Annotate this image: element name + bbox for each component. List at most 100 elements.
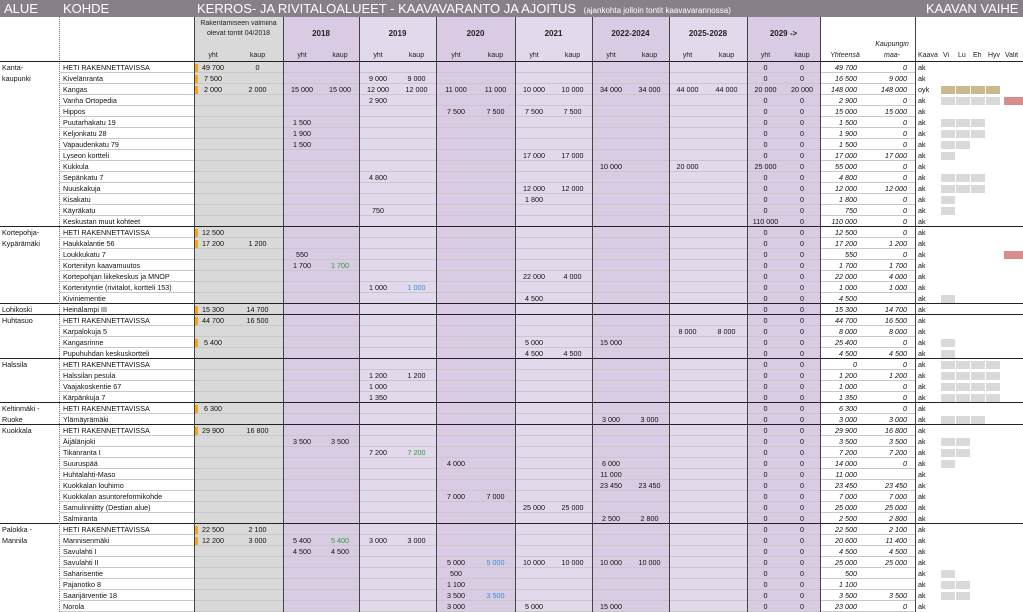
stage-marker: [956, 580, 970, 589]
stage-marker: [971, 96, 985, 105]
alue-header-label: ALUE: [4, 1, 38, 16]
kaava-code: ak: [918, 504, 926, 512]
year-divider: [515, 17, 516, 612]
year-divider: [359, 17, 360, 612]
stage-marker: [941, 294, 955, 303]
kaup-col-label: kaup: [794, 52, 810, 59]
kaava-code: ak: [918, 240, 926, 248]
yht-col-label: yht: [451, 52, 461, 59]
yht-col-label: yht: [760, 52, 771, 59]
yht-col-label: yht: [208, 52, 218, 59]
stage-marker: [956, 118, 970, 127]
stage-marker: [941, 206, 955, 215]
stage-col-kaava: Kaava: [918, 52, 938, 59]
stage-marker: [971, 382, 985, 391]
valmiina-label-1: Rakentamiseen valmiina: [200, 20, 277, 27]
kaava-code: ak: [918, 405, 926, 413]
kohde-header-label: KOHDE: [63, 1, 110, 16]
yhteensa-label: Yhteensä: [830, 52, 860, 59]
year-divider: [436, 17, 437, 612]
yht-col-label: yht: [297, 52, 307, 59]
kaava-code: ak: [918, 548, 926, 556]
kaava-code: ak: [918, 383, 926, 391]
stage-marker: [956, 85, 970, 94]
kaava-code: ak: [918, 471, 926, 479]
area-label: Halssila: [2, 361, 28, 369]
stage-marker: [986, 360, 1000, 369]
stage-marker: [956, 437, 970, 446]
kaava-code: ak: [918, 141, 926, 149]
kaava-code: ak: [918, 284, 926, 292]
kaava-code: ak: [918, 152, 926, 160]
yht-col-label: yht: [606, 52, 616, 59]
stage-marker: [986, 96, 1000, 105]
kaava-code: ak: [918, 361, 926, 369]
stage-marker: [941, 140, 955, 149]
stage-marker: [956, 448, 970, 457]
area-label: Kanta-: [2, 64, 24, 72]
year-divider: [592, 17, 593, 612]
kohde-header: KOHDE: [60, 0, 194, 17]
stage-marker: [941, 591, 955, 600]
stage-marker: [986, 393, 1000, 402]
year-divider: [283, 17, 284, 612]
stage-marker: [956, 360, 970, 369]
year-header-2018: 2018: [312, 30, 330, 38]
kaava-code: ak: [918, 482, 926, 490]
stage-marker: [941, 338, 955, 347]
stage-header: KAAVAN VAIHE: [916, 0, 1023, 17]
kaava-code: ak: [918, 262, 926, 270]
kaava-code: ak: [918, 493, 926, 501]
kaava-code: ak: [918, 119, 926, 127]
year-header-2029: 2029 ->: [769, 30, 798, 38]
kaava-code: ak: [918, 251, 926, 259]
stage-divider: [915, 17, 916, 612]
stage-marker: [941, 96, 955, 105]
kaava-code: ak: [918, 449, 926, 457]
stage-marker: [1004, 96, 1023, 105]
stage-header-label: KAAVAN VAIHE: [926, 1, 1019, 16]
kaava-code: ak: [918, 207, 926, 215]
kaava-code: ak: [918, 537, 926, 545]
totals-divider: [820, 17, 821, 612]
stage-marker: [956, 96, 970, 105]
stage-marker: [956, 591, 970, 600]
year-header-2021: 2021: [544, 30, 563, 38]
kaava-code: ak: [918, 372, 926, 380]
stage-marker: [941, 459, 955, 468]
kaup-col-label: kaup: [718, 52, 735, 59]
stage-marker: [956, 371, 970, 380]
kaava-code: ak: [918, 163, 926, 171]
kaava-code: ak: [918, 64, 926, 72]
kaava-code: ak: [918, 559, 926, 567]
kaup-col-label: kaup: [408, 52, 425, 59]
alue-header: ALUE: [0, 0, 60, 17]
kaava-code: ak: [918, 75, 926, 83]
kaup-col-label: kaup: [641, 52, 658, 59]
stage-marker: [941, 151, 955, 160]
kaupungin-label-1: Kaupungin: [875, 41, 909, 48]
kaup-col-label: kaup: [487, 52, 504, 59]
title-bar: KERROS- JA RIVITALOALUEET - KAAVAVARANTO…: [194, 0, 820, 17]
alue-divider: [59, 17, 60, 612]
stage-marker: [941, 184, 955, 193]
stage-marker: [941, 118, 955, 127]
stage-marker: [971, 184, 985, 193]
kaava-code: ak: [918, 603, 926, 611]
kohde-divider: [194, 17, 195, 612]
stage-marker: [971, 129, 985, 138]
kaava-code: ak: [918, 174, 926, 182]
stage-marker: [956, 415, 970, 424]
stage-title-bar: [820, 0, 916, 17]
stage-marker: [941, 129, 955, 138]
stage-marker: [941, 349, 955, 358]
kaava-code: ak: [918, 97, 926, 105]
stage-marker: [971, 173, 985, 182]
stage-marker: [941, 360, 955, 369]
yht-col-label: yht: [373, 52, 383, 59]
stage-col-vi: Vi: [943, 52, 950, 59]
kaup-col-label: kaup: [564, 52, 581, 59]
stage-marker: [971, 85, 985, 94]
year-divider: [747, 17, 748, 612]
stage-marker: [971, 371, 985, 380]
